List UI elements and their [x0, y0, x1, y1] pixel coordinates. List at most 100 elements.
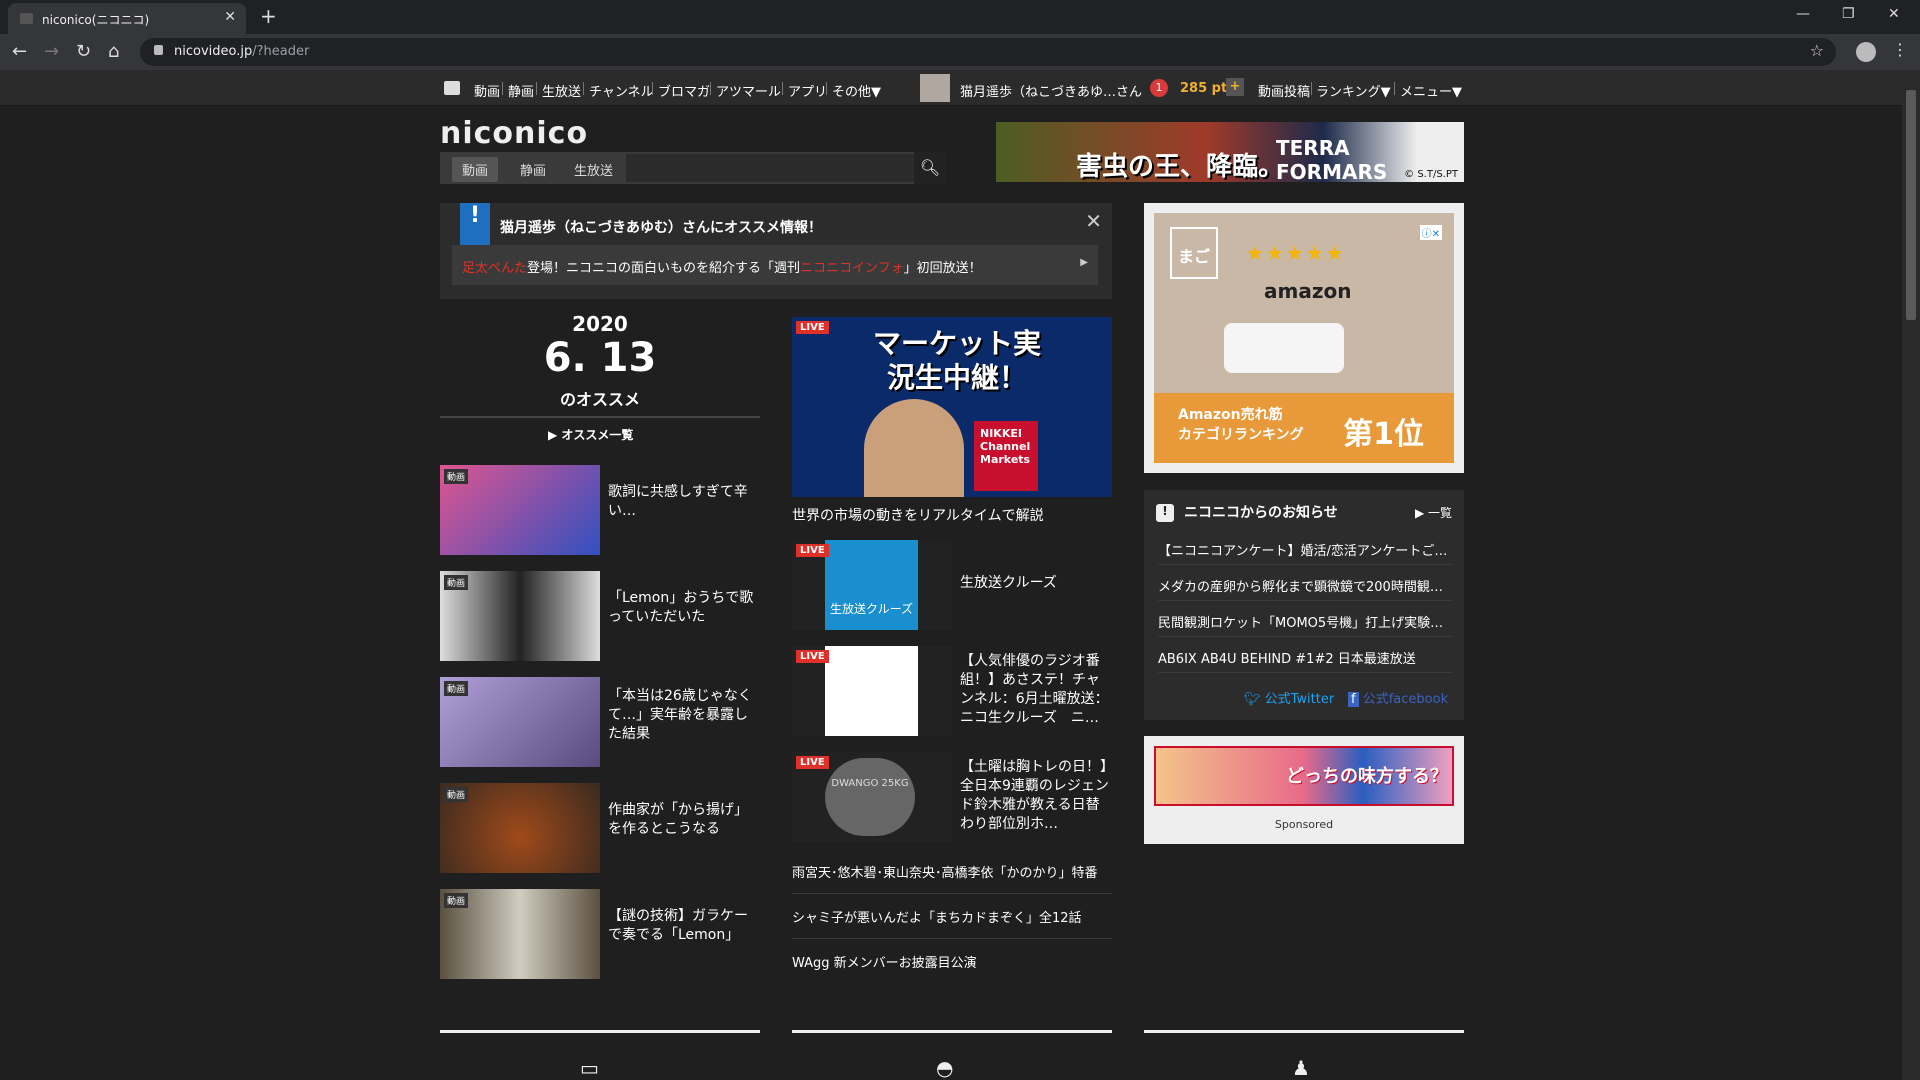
scrollbar-thumb[interactable] [1906, 90, 1916, 320]
ad-band-line1: Amazon売れ筋 [1178, 407, 1283, 423]
live-card[interactable]: 生放送クルーズ LIVE 生放送クルーズ [792, 540, 1112, 630]
live-card-title[interactable]: 【土曜は胸トレの日！】全日本9連覇のレジェンド鈴木雅が教える日替わり部位別ホ… [960, 758, 1112, 834]
live-main-thumbnail[interactable]: マーケット実況生中継！ NIKKEI Channel Markets LIVE [792, 317, 1112, 497]
news-item[interactable]: 【ニコニコアンケート】婚活/恋活アンケートご… [1158, 540, 1452, 559]
close-tab-icon[interactable]: ✕ [224, 9, 236, 25]
news-item[interactable]: メダカの産卵から孵化まで顕微鏡で200時間観… [1158, 576, 1452, 595]
reco-card[interactable]: 動画 歌詞に共感しすぎて辛い… [440, 465, 760, 555]
section-divider [440, 1030, 760, 1033]
side-ad-game[interactable]: どっちの味方する？ Sponsored [1144, 736, 1464, 844]
username[interactable]: 猫月遥歩（ねこづきあゆ… [960, 81, 1116, 100]
reload-icon[interactable]: ↻ [76, 41, 91, 62]
back-icon[interactable]: ← [12, 41, 27, 62]
username-suffix: さん [1116, 85, 1143, 100]
home-icon[interactable]: ⌂ [108, 41, 119, 62]
favicon-icon [20, 13, 33, 24]
live-main-text: マーケット実況生中継！ [872, 327, 1041, 394]
nav-channel[interactable]: チャンネル [589, 81, 654, 100]
nav-app[interactable]: アプリ [788, 81, 827, 100]
reco-card[interactable]: 動画 作曲家が「から揚げ」を作るとこうなる [440, 783, 760, 873]
live-card[interactable]: DWANGO 25KG LIVE 【土曜は胸トレの日！】全日本9連覇のレジェンド… [792, 752, 1112, 842]
divider [1158, 672, 1452, 673]
tv-logo-icon[interactable] [444, 81, 460, 95]
search-tab-seiga[interactable]: 静画 [520, 160, 546, 179]
search-icon: 🔍︎ [919, 158, 941, 177]
card-title[interactable]: 【謎の技術】ガラケーで奏でる「Lemon」 [608, 907, 758, 945]
address-bar[interactable]: nicovideo.jp/?header ☆ [140, 38, 1836, 66]
profile-avatar[interactable] [1856, 42, 1876, 62]
new-tab-button[interactable]: + [260, 4, 277, 28]
reco-card[interactable]: 動画 【謎の技術】ガラケーで奏でる「Lemon」 [440, 889, 760, 979]
card-title[interactable]: 「本当は26歳じゃなくて…」実年齢を暴露した結果 [608, 687, 758, 744]
live-card-title[interactable]: 【人気俳優のラジオ番組！】あさステ！チャンネル：6月土曜放送：ニコ生クルーズ ニ… [960, 652, 1112, 728]
search-tab-live[interactable]: 生放送 [574, 160, 613, 179]
forward-icon[interactable]: → [44, 41, 59, 62]
divider [792, 893, 1112, 894]
page-scrollbar[interactable] [1902, 70, 1920, 1080]
nav-blomaga[interactable]: ブロマガ [658, 81, 710, 100]
twitter-label: 公式Twitter [1264, 692, 1335, 707]
bookmark-star-icon[interactable]: ☆ [1810, 41, 1824, 60]
nav-atsumaru[interactable]: アツマール [716, 81, 781, 100]
maximize-button[interactable]: ❐ [1842, 6, 1855, 22]
facebook-link[interactable]: f 公式facebook [1348, 688, 1448, 707]
notice-message[interactable]: 足太ぺんた登場！ニコニコの面白いものを紹介する「週刊ニコニコインフォ」初回放送！… [452, 245, 1098, 285]
section-divider [792, 1030, 1112, 1033]
browser-tab[interactable]: niconico(ニコニコ) ✕ [8, 3, 246, 34]
card-badge: 動画 [444, 787, 469, 802]
adchoices-icon[interactable]: ⓘ✕ [1419, 225, 1442, 240]
points-display[interactable]: 285 pt [1180, 81, 1227, 96]
side-ad-amazon[interactable]: まご ★★★★★ amazon Amazon売れ筋 カテゴリランキング 第1位 ⓘ… [1144, 203, 1464, 473]
live-card[interactable]: LIVE 【人気俳優のラジオ番組！】あさステ！チャンネル：6月土曜放送：ニコ生ク… [792, 646, 1112, 736]
reco-card[interactable]: 動画 「本当は26歳じゃなくて…」実年齢を暴露した結果 [440, 677, 760, 767]
rank-label: 第1位 [1343, 417, 1424, 452]
search-tab-douga[interactable]: 動画 [452, 157, 499, 182]
nav-live[interactable]: 生放送 [542, 81, 581, 100]
menu-dropdown[interactable]: メニュー▼ [1400, 81, 1462, 100]
chevron-right-icon: ▶ [1080, 257, 1088, 268]
live-link[interactable]: WAgg 新メンバーお披露目公演 [792, 952, 1112, 971]
tab-title: niconico(ニコニコ) [42, 13, 150, 27]
nav-seiga[interactable]: 静画 [508, 81, 534, 100]
game-section-icon: ♟ [1292, 1056, 1310, 1080]
live-tag: LIVE [796, 756, 829, 769]
nav-other-dropdown[interactable]: その他▼ [832, 81, 881, 100]
add-points-button[interactable]: + [1226, 78, 1244, 96]
url-host: nicovideo.jp [174, 44, 253, 59]
news-item[interactable]: 民間観測ロケット「MOMO5号機」打上げ実験… [1158, 612, 1452, 631]
notice-heading: 猫月遥歩（ねこづきあゆむ）さんにオススメ情報！ [500, 220, 822, 236]
niconico-logo[interactable]: niconico [440, 116, 588, 151]
live-tag: LIVE [796, 321, 829, 334]
minimize-button[interactable]: — [1796, 6, 1810, 22]
close-window-button[interactable]: ✕ [1888, 6, 1900, 22]
news-all-link[interactable]: ▶ 一覧 [1415, 504, 1452, 521]
live-card-title[interactable]: 生放送クルーズ [960, 574, 1112, 593]
ranking-dropdown[interactable]: ランキング▼ [1316, 81, 1391, 100]
search-input[interactable] [626, 154, 914, 182]
banner-copyright: © S.T/S.PT [1404, 169, 1458, 180]
card-title[interactable]: 「Lemon」おうちで歌っていただいた [608, 589, 758, 627]
news-item[interactable]: AB6IX AB4U BEHIND #1#2 日本最速放送 [1158, 648, 1452, 667]
browser-menu-icon[interactable]: ⋮ [1892, 40, 1908, 59]
site-top-nav: 動画 静画 生放送 チャンネル ブロマガ アツマール アプリ その他▼ 猫月遥歩… [0, 70, 1902, 106]
user-avatar[interactable] [920, 74, 950, 102]
amazon-logo: amazon [1264, 279, 1352, 303]
reco-date: 2020 6. 13 のオススメ [440, 312, 760, 410]
nav-douga[interactable]: 動画 [474, 81, 500, 100]
live-link[interactable]: 雨宮天･悠木碧･東山奈央･高橋李依「かのかり」特番 [792, 862, 1112, 881]
live-main-caption[interactable]: 世界の市場の動きをリアルタイムで解説 [792, 505, 1044, 525]
close-icon[interactable]: ✕ [1085, 209, 1102, 233]
divider [792, 938, 1112, 939]
news-box: ! ニコニコからのお知らせ ▶ 一覧 【ニコニコアンケート】婚活/恋活アンケート… [1144, 490, 1464, 720]
reco-list-link[interactable]: ▶ オススメ一覧 [548, 426, 633, 443]
notification-badge[interactable]: 1 [1150, 79, 1168, 97]
top-banner-ad[interactable]: 害虫の王、降臨。 TERRA FORMARS © S.T/S.PT [996, 122, 1464, 184]
card-title[interactable]: 作曲家が「から揚げ」を作るとこうなる [608, 801, 758, 839]
upload-video-link[interactable]: 動画投稿 [1258, 81, 1310, 100]
info-icon: ! [1156, 504, 1174, 522]
twitter-link[interactable]: 🐦︎ 公式Twitter [1244, 688, 1334, 707]
live-link[interactable]: シャミ子が悪いんだよ「まちカドまぞく」全12話 [792, 907, 1112, 926]
card-title[interactable]: 歌詞に共感しすぎて辛い… [608, 483, 758, 521]
reco-card[interactable]: 動画 「Lemon」おうちで歌っていただいた [440, 571, 760, 661]
search-button[interactable]: 🔍︎ [914, 152, 946, 184]
